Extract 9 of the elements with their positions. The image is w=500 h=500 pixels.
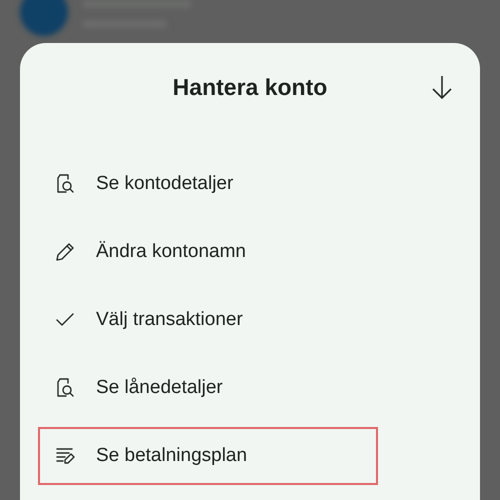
menu-item[interactable]: Välj transaktioner	[38, 291, 378, 349]
menu-item[interactable]: Ändra kontonamn	[38, 223, 378, 281]
close-arrow-button[interactable]	[430, 74, 454, 100]
menu-item[interactable]: Se kontodetaljer	[38, 155, 378, 213]
menu-item[interactable]: Se lånedetaljer	[38, 359, 378, 417]
sheet-title: Hantera konto	[172, 74, 328, 100]
pencil-icon	[54, 241, 76, 263]
menu-item[interactable]: Se betalningsplan	[38, 427, 378, 485]
avatar-icon	[20, 0, 68, 36]
